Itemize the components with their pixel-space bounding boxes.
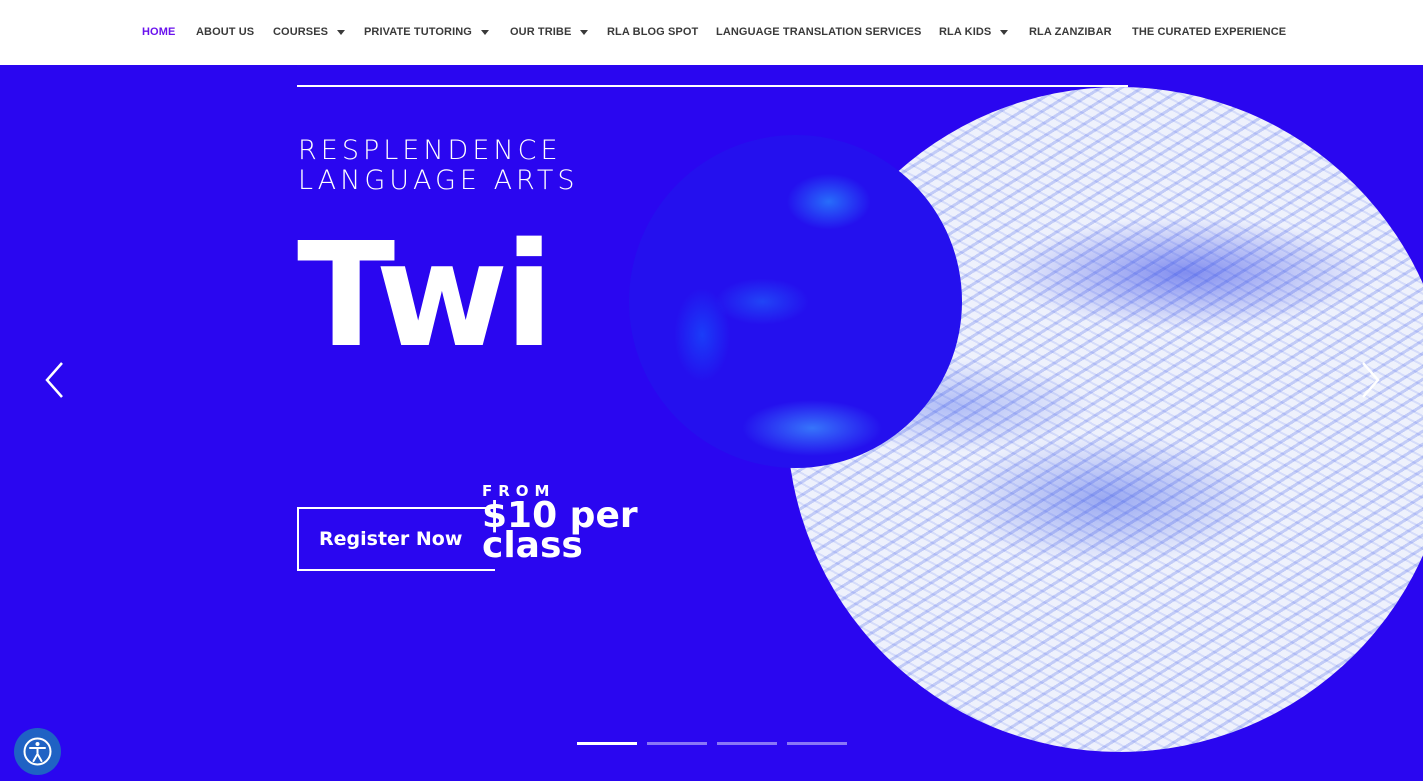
nav-item-rla-kids[interactable]: RLA KIDS — [939, 25, 1009, 39]
chevron-left-icon — [45, 362, 63, 398]
brand-line-2: LANGUAGE ARTS — [298, 165, 579, 196]
nav-item-label: THE CURATED EXPERIENCE — [1132, 26, 1287, 38]
divider — [297, 85, 1128, 87]
course-title: Twi — [297, 211, 554, 379]
chevron-right-icon — [1362, 362, 1380, 398]
nav-item-about-us[interactable]: ABOUT US — [196, 25, 254, 39]
nav-item-label: PRIVATE TUTORING — [364, 26, 472, 38]
slide-indicator-4[interactable] — [787, 742, 847, 745]
nav-item-label: OUR TRIBE — [510, 26, 572, 38]
main-navigation: HOME ABOUT US COURSES PRIVATE TUTORING O… — [0, 0, 1423, 65]
caret-down-icon — [1000, 29, 1009, 35]
nav-item-courses[interactable]: COURSES — [273, 25, 346, 39]
slider-pagination — [577, 742, 857, 746]
nav-item-label: RLA KIDS — [939, 26, 992, 38]
price-text: $10 per class — [482, 495, 638, 566]
nav-item-label: HOME — [142, 26, 176, 38]
slide-indicator-1[interactable] — [577, 742, 637, 745]
nav-item-rla-zanzibar[interactable]: RLA ZANZIBAR — [1029, 25, 1112, 39]
nav-item-private-tutoring[interactable]: PRIVATE TUTORING — [364, 25, 489, 39]
nav-item-label: RLA BLOG SPOT — [607, 26, 699, 38]
nav-item-the-curated-experience[interactable]: THE CURATED EXPERIENCE — [1132, 25, 1286, 39]
brand-line-1: RESPLENDENCE — [298, 135, 562, 166]
slider-prev-button[interactable] — [44, 361, 66, 399]
accessibility-button[interactable] — [14, 728, 61, 775]
nav-item-rla-blog-spot[interactable]: RLA BLOG SPOT — [607, 25, 698, 39]
register-now-button[interactable]: Register Now — [297, 507, 495, 571]
nav-item-language-translation-services[interactable]: LANGUAGE TRANSLATION SERVICES — [716, 25, 921, 39]
brand-logo: RESPLENDENCE LANGUAGE ARTS — [298, 136, 618, 196]
nav-item-label: ABOUT US — [196, 26, 255, 38]
nav-item-label: LANGUAGE TRANSLATION SERVICES — [716, 26, 922, 38]
slide-indicator-3[interactable] — [717, 742, 777, 745]
nav-item-label: COURSES — [273, 26, 329, 38]
nav-item-our-tribe[interactable]: OUR TRIBE — [510, 25, 589, 39]
caret-down-icon — [337, 29, 346, 35]
caret-down-icon — [480, 29, 489, 35]
caret-down-icon — [580, 29, 589, 35]
blue-texture-circle-image — [629, 135, 962, 468]
slide-indicator-2[interactable] — [647, 742, 707, 745]
slider-next-button[interactable] — [1359, 361, 1381, 399]
accessibility-icon — [23, 737, 52, 766]
hero-slider: RESPLENDENCE LANGUAGE ARTS Twi Register … — [0, 65, 1423, 781]
nav-item-label: RLA ZANZIBAR — [1029, 26, 1112, 38]
nav-item-home[interactable]: HOME — [142, 25, 175, 39]
